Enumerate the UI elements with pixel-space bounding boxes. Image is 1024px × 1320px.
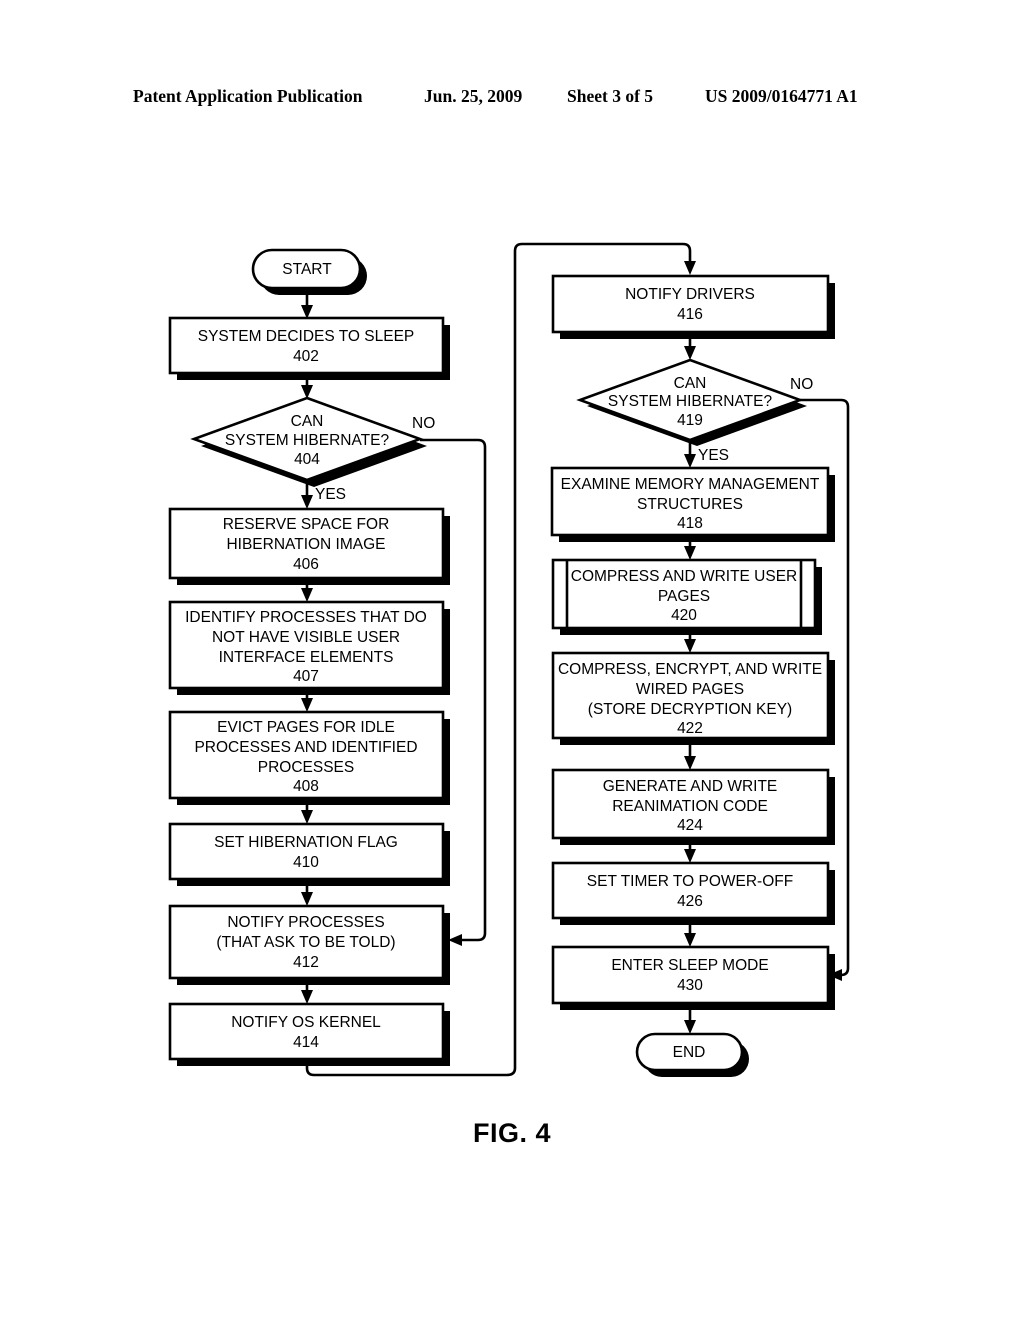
node-424-line2: REANIMATION CODE [612, 798, 768, 815]
node-412-ref: 412 [293, 954, 319, 971]
node-420-line1: COMPRESS AND WRITE USER [571, 568, 798, 585]
node-418-line2: STRUCTURES [637, 496, 743, 513]
node-412-line2: (THAT ASK TO BE TOLD) [216, 934, 395, 951]
node-408[interactable]: EVICT PAGES FOR IDLE PROCESSES AND IDENT… [168, 710, 450, 805]
node-418-ref: 418 [677, 515, 703, 532]
node-418-line1: EXAMINE MEMORY MANAGEMENT [561, 476, 820, 493]
node-424-ref: 424 [677, 817, 703, 834]
patent-page: Patent Application Publication Jun. 25, … [0, 0, 1024, 1320]
node-404-line1: CAN [291, 413, 324, 430]
figure-caption: FIG. 4 [472, 1118, 551, 1148]
node-407-line3: INTERFACE ELEMENTS [219, 649, 394, 666]
node-410[interactable]: SET HIBERNATION FLAG 410 [168, 822, 450, 886]
node-408-line3: PROCESSES [258, 759, 354, 776]
node-407[interactable]: IDENTIFY PROCESSES THAT DO NOT HAVE VISI… [168, 600, 450, 695]
node-410-line1: SET HIBERNATION FLAG [214, 834, 398, 851]
arrowhead-408-to-410 [301, 810, 313, 824]
node-end[interactable]: END [635, 1032, 749, 1077]
arrowhead-430-to-end [684, 1020, 696, 1034]
node-419-ref: 419 [677, 412, 703, 429]
node-407-line2: NOT HAVE VISIBLE USER [212, 629, 400, 646]
node-419-line1: CAN [674, 375, 707, 392]
node-404-yes-label: YES [315, 486, 346, 503]
start-label: START [282, 261, 332, 278]
node-419-yes-label: YES [698, 447, 729, 464]
node-422-line2: WIRED PAGES [636, 681, 744, 698]
node-416-ref: 416 [677, 306, 703, 323]
arrowhead-406-to-407 [301, 588, 313, 602]
node-416[interactable]: NOTIFY DRIVERS 416 [551, 274, 835, 339]
node-422-line3: (STORE DECRYPTION KEY) [588, 701, 792, 718]
arrowhead-418-to-420 [684, 546, 696, 560]
node-419-line2: SYSTEM HIBERNATE? [608, 393, 773, 410]
node-start[interactable]: START [251, 248, 367, 295]
node-410-ref: 410 [293, 854, 319, 871]
node-414-ref: 414 [293, 1034, 319, 1051]
node-419-no-label: NO [790, 376, 813, 393]
node-424[interactable]: GENERATE AND WRITE REANIMATION CODE 424 [551, 768, 835, 845]
node-406-line1: RESERVE SPACE FOR [223, 516, 390, 533]
node-430[interactable]: ENTER SLEEP MODE 430 [551, 945, 835, 1010]
arrowhead-410-to-412 [301, 892, 313, 906]
node-404-ref: 404 [294, 451, 320, 468]
arrowhead-422-to-424 [684, 756, 696, 770]
node-419[interactable]: CAN SYSTEM HIBERNATE? 419 NO YES [576, 358, 813, 464]
node-420[interactable]: COMPRESS AND WRITE USER PAGES 420 [551, 558, 822, 635]
node-406[interactable]: RESERVE SPACE FOR HIBERNATION IMAGE 406 [168, 507, 450, 585]
node-402-line1: SYSTEM DECIDES TO SLEEP [198, 328, 415, 345]
node-422-ref: 422 [677, 720, 703, 737]
arrowhead-414-to-416 [684, 261, 696, 275]
node-404-no-label: NO [412, 415, 435, 432]
node-430-shape [551, 945, 830, 1005]
node-408-line1: EVICT PAGES FOR IDLE [217, 719, 395, 736]
arrowhead-426-to-430 [684, 933, 696, 947]
node-414-line1: NOTIFY OS KERNEL [231, 1014, 381, 1031]
node-402[interactable]: SYSTEM DECIDES TO SLEEP 402 [168, 316, 450, 380]
node-426[interactable]: SET TIMER TO POWER-OFF 426 [551, 861, 835, 925]
node-424-line1: GENERATE AND WRITE [603, 778, 778, 795]
arrowhead-419-to-418 [684, 454, 696, 468]
arrowhead-407-to-408 [301, 698, 313, 712]
arrowhead-404-no-to-412 [448, 934, 462, 946]
node-407-line1: IDENTIFY PROCESSES THAT DO [185, 609, 427, 626]
node-420-ref: 420 [671, 607, 697, 624]
node-408-ref: 408 [293, 778, 319, 795]
node-416-line1: NOTIFY DRIVERS [625, 286, 755, 303]
arrowhead-420-to-422 [684, 639, 696, 653]
arrowhead-412-to-414 [301, 990, 313, 1004]
node-430-line1: ENTER SLEEP MODE [611, 957, 768, 974]
arrowhead-416-to-419 [684, 346, 696, 360]
node-422-line1: COMPRESS, ENCRYPT, AND WRITE [558, 661, 822, 678]
node-412-line1: NOTIFY PROCESSES [227, 914, 384, 931]
arrowhead-424-to-426 [684, 849, 696, 863]
node-420-line2: PAGES [658, 588, 710, 605]
end-label: END [673, 1044, 706, 1061]
node-408-line2: PROCESSES AND IDENTIFIED [194, 739, 417, 756]
node-406-line2: HIBERNATION IMAGE [226, 536, 385, 553]
node-404[interactable]: CAN SYSTEM HIBERNATE? 404 NO YES [190, 396, 435, 503]
node-416-shape [551, 274, 830, 334]
node-414[interactable]: NOTIFY OS KERNEL 414 [168, 1002, 450, 1066]
arrowhead-404-to-406 [301, 495, 313, 509]
node-404-line2: SYSTEM HIBERNATE? [225, 432, 390, 449]
node-407-ref: 407 [293, 668, 319, 685]
node-412[interactable]: NOTIFY PROCESSES (THAT ASK TO BE TOLD) 4… [168, 904, 450, 985]
node-422[interactable]: COMPRESS, ENCRYPT, AND WRITE WIRED PAGES… [551, 651, 835, 745]
node-426-line1: SET TIMER TO POWER-OFF [587, 873, 793, 890]
node-418[interactable]: EXAMINE MEMORY MANAGEMENT STRUCTURES 418 [550, 466, 835, 542]
node-426-ref: 426 [677, 893, 703, 910]
node-430-ref: 430 [677, 977, 703, 994]
node-406-ref: 406 [293, 556, 319, 573]
node-402-ref: 402 [293, 348, 319, 365]
